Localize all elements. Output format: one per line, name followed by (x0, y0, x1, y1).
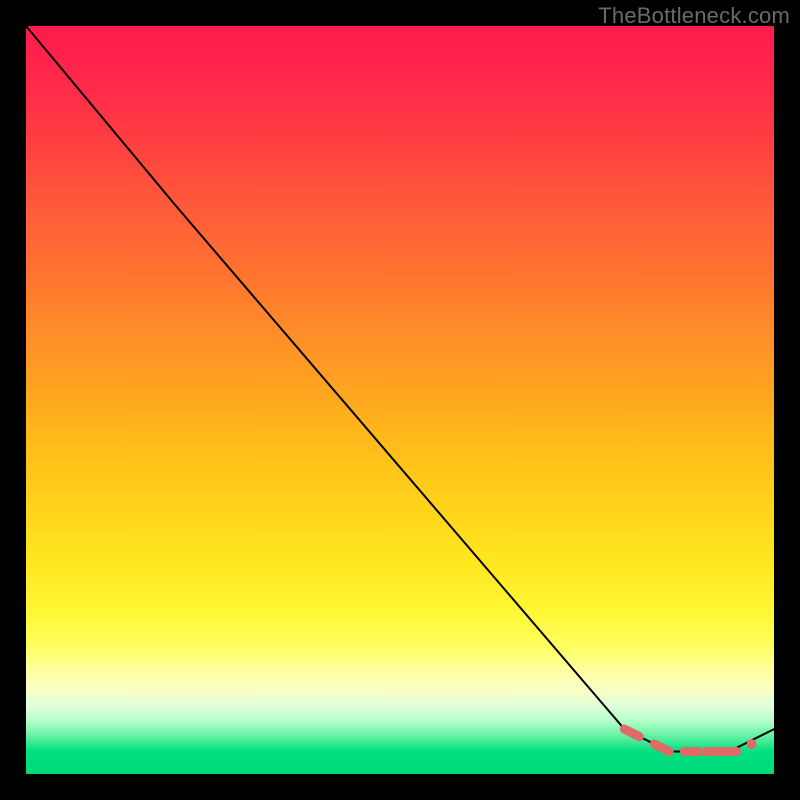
highlight-segment (624, 729, 639, 736)
chart-area (26, 26, 774, 774)
highlight-end-dot (747, 739, 757, 749)
highlight-segment (654, 744, 669, 751)
chart-highlight (624, 729, 756, 751)
chart-svg (26, 26, 774, 774)
chart-curve (26, 26, 774, 752)
